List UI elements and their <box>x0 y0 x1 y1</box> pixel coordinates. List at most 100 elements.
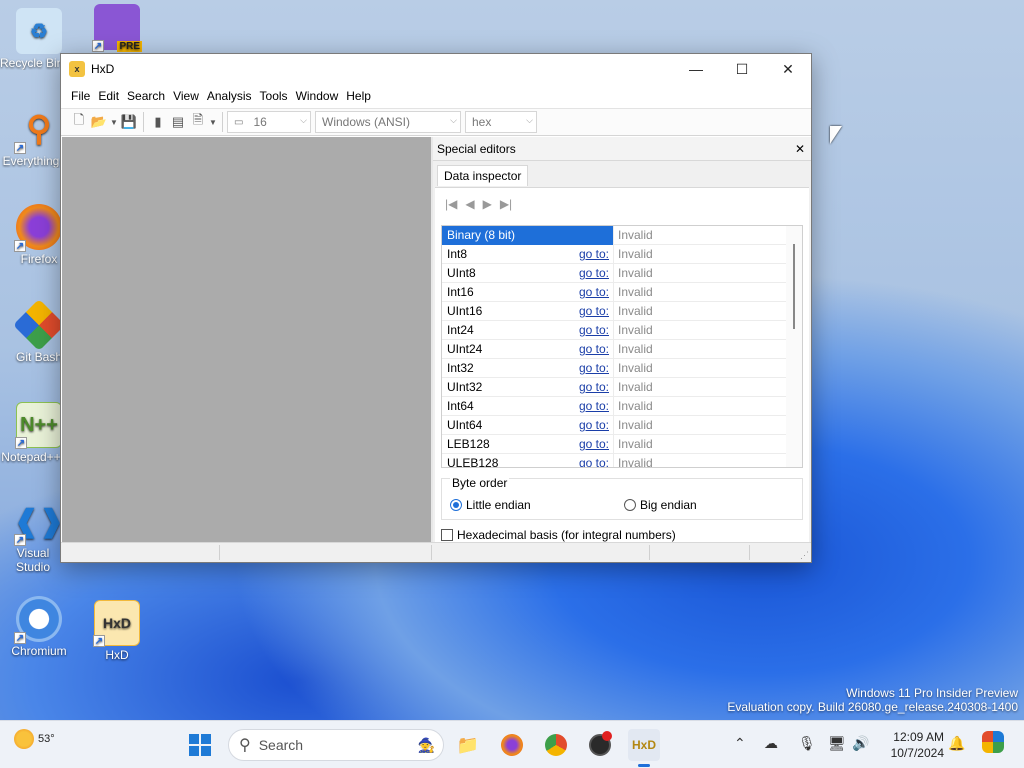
firefox-taskbar-button[interactable] <box>496 729 528 761</box>
goto-link[interactable]: go to: <box>579 304 609 318</box>
menu-analysis[interactable]: Analysis <box>203 89 256 103</box>
hxd-taskbar-button[interactable]: HxD <box>628 729 660 767</box>
copilot-icon[interactable] <box>982 731 1004 753</box>
inspector-type-cell[interactable]: Int8 go to: <box>442 247 613 261</box>
open-ram-icon[interactable]: ▤ <box>168 112 188 132</box>
close-panel-icon[interactable]: ✕ <box>795 142 805 156</box>
inspector-type-cell[interactable]: Int32 go to: <box>442 361 613 375</box>
show-hidden-icons-button[interactable]: ⌃ <box>734 735 746 752</box>
inspector-value-cell[interactable]: Invalid <box>613 226 802 245</box>
inspector-value-cell[interactable]: Invalid <box>613 358 802 378</box>
inspector-value-cell[interactable]: Invalid <box>613 301 802 321</box>
export-icon[interactable]: 🗎 <box>188 112 208 132</box>
tab-data-inspector[interactable]: Data inspector <box>437 165 529 186</box>
inspector-row[interactable]: UInt24 go to: Invalid <box>442 339 802 359</box>
goto-link[interactable]: go to: <box>579 342 609 356</box>
inspector-row[interactable]: UInt64 go to: Invalid <box>442 415 802 435</box>
menu-view[interactable]: View <box>169 89 203 103</box>
network-icon[interactable]: 🖥 <box>828 735 846 752</box>
taskbar-search[interactable]: ⚲ Search 🧙 <box>228 729 444 761</box>
desktop-icon-hxd[interactable]: HxD ↗ HxD <box>78 600 156 662</box>
inspector-type-cell[interactable]: UInt24 go to: <box>442 342 613 356</box>
open-file-icon[interactable]: 📂 <box>89 112 109 132</box>
clock[interactable]: 12:09 AM 10/7/2024 <box>880 729 944 761</box>
inspector-row[interactable]: Int16 go to: Invalid <box>442 282 802 302</box>
scrollbar-thumb[interactable] <box>793 244 795 329</box>
menu-file[interactable]: File <box>67 89 94 103</box>
notifications-bell-icon[interactable]: 🔔 <box>948 735 965 752</box>
goto-link[interactable]: go to: <box>579 437 609 451</box>
inspector-value-cell[interactable]: Invalid <box>613 396 802 416</box>
inspector-type-cell[interactable]: ULEB128 go to: <box>442 456 613 467</box>
inspector-row[interactable]: Int32 go to: Invalid <box>442 358 802 378</box>
goto-link[interactable]: go to: <box>579 418 609 432</box>
menu-tools[interactable]: Tools <box>256 89 292 103</box>
goto-link[interactable]: go to: <box>579 456 609 467</box>
maximize-button[interactable]: ☐ <box>719 54 765 84</box>
inspector-row[interactable]: ULEB128 go to: Invalid <box>442 453 802 467</box>
goto-link[interactable]: go to: <box>579 399 609 413</box>
menu-help[interactable]: Help <box>342 89 375 103</box>
hex-basis-checkbox[interactable]: Hexadecimal basis (for integral numbers) <box>441 528 676 542</box>
inspector-row[interactable]: LEB128 go to: Invalid <box>442 434 802 454</box>
file-explorer-button[interactable]: 📁 <box>452 729 484 761</box>
menu-edit[interactable]: Edit <box>94 89 123 103</box>
goto-link[interactable]: go to: <box>579 285 609 299</box>
previous-icon[interactable]: ◀ <box>465 197 474 211</box>
inspector-value-cell[interactable]: Invalid <box>613 244 802 264</box>
inspector-row[interactable]: Int8 go to: Invalid <box>442 244 802 264</box>
inspector-row[interactable]: Binary (8 bit) Invalid <box>442 226 802 245</box>
bytes-per-row-select[interactable]: ▭ 16 ⌵ <box>227 111 311 133</box>
inspector-type-cell[interactable]: Int16 go to: <box>442 285 613 299</box>
inspector-type-cell[interactable]: Int24 go to: <box>442 323 613 337</box>
inspector-row[interactable]: UInt8 go to: Invalid <box>442 263 802 283</box>
goto-link[interactable]: go to: <box>579 380 609 394</box>
inspector-type-cell[interactable]: Binary (8 bit) <box>442 226 613 245</box>
vertical-scrollbar[interactable] <box>786 226 802 467</box>
goto-link[interactable]: go to: <box>579 323 609 337</box>
close-button[interactable]: ✕ <box>765 54 811 84</box>
inspector-value-cell[interactable]: Invalid <box>613 320 802 340</box>
inspector-value-cell[interactable]: Invalid <box>613 434 802 454</box>
big-endian-radio[interactable]: Big endian <box>624 498 697 512</box>
last-icon[interactable]: ▶| <box>500 197 512 211</box>
menu-search[interactable]: Search <box>123 89 169 103</box>
editor-area[interactable] <box>62 137 431 542</box>
export-dropdown-icon[interactable]: ▼ <box>208 112 218 132</box>
chrome-taskbar-button[interactable] <box>540 729 572 761</box>
inspector-value-cell[interactable]: Invalid <box>613 339 802 359</box>
open-disk-icon[interactable]: ▮ <box>148 112 168 132</box>
onedrive-icon[interactable]: ☁ <box>764 735 778 752</box>
charset-select[interactable]: Windows (ANSI) ⌵ <box>315 111 461 133</box>
desktop-icon-visual-studio-preview[interactable]: PRE ↗ <box>78 4 156 52</box>
little-endian-radio[interactable]: Little endian <box>450 498 531 512</box>
inspector-row[interactable]: UInt32 go to: Invalid <box>442 377 802 397</box>
first-icon[interactable]: |◀ <box>445 197 457 211</box>
menu-window[interactable]: Window <box>292 89 343 103</box>
open-dropdown-icon[interactable]: ▼ <box>109 112 119 132</box>
new-file-icon[interactable]: 🗋 <box>69 112 89 132</box>
inspector-value-cell[interactable]: Invalid <box>613 263 802 283</box>
goto-link[interactable]: go to: <box>579 266 609 280</box>
title-bar[interactable]: x HxD — ☐ ✕ <box>61 54 811 84</box>
inspector-row[interactable]: Int64 go to: Invalid <box>442 396 802 416</box>
resize-grip-icon[interactable]: ⋰ <box>800 550 809 561</box>
inspector-row[interactable]: UInt16 go to: Invalid <box>442 301 802 321</box>
desktop-icon-chromium[interactable]: ↗ Chromium <box>0 596 78 658</box>
offset-base-select[interactable]: hex ⌵ <box>465 111 537 133</box>
inspector-type-cell[interactable]: LEB128 go to: <box>442 437 613 451</box>
goto-link[interactable]: go to: <box>579 361 609 375</box>
weather-widget[interactable]: 53° <box>14 729 55 749</box>
inspector-type-cell[interactable]: UInt8 go to: <box>442 266 613 280</box>
inspector-value-cell[interactable]: Invalid <box>613 377 802 397</box>
minimize-button[interactable]: — <box>673 54 719 84</box>
save-icon[interactable]: 💾 <box>119 112 139 132</box>
microphone-icon[interactable]: 🎙 <box>798 735 816 752</box>
inspector-value-cell[interactable]: Invalid <box>613 415 802 435</box>
inspector-type-cell[interactable]: UInt32 go to: <box>442 380 613 394</box>
inspector-type-cell[interactable]: UInt64 go to: <box>442 418 613 432</box>
inspector-type-cell[interactable]: UInt16 go to: <box>442 304 613 318</box>
goto-link[interactable]: go to: <box>579 247 609 261</box>
inspector-value-cell[interactable]: Invalid <box>613 453 802 467</box>
inspector-value-cell[interactable]: Invalid <box>613 282 802 302</box>
